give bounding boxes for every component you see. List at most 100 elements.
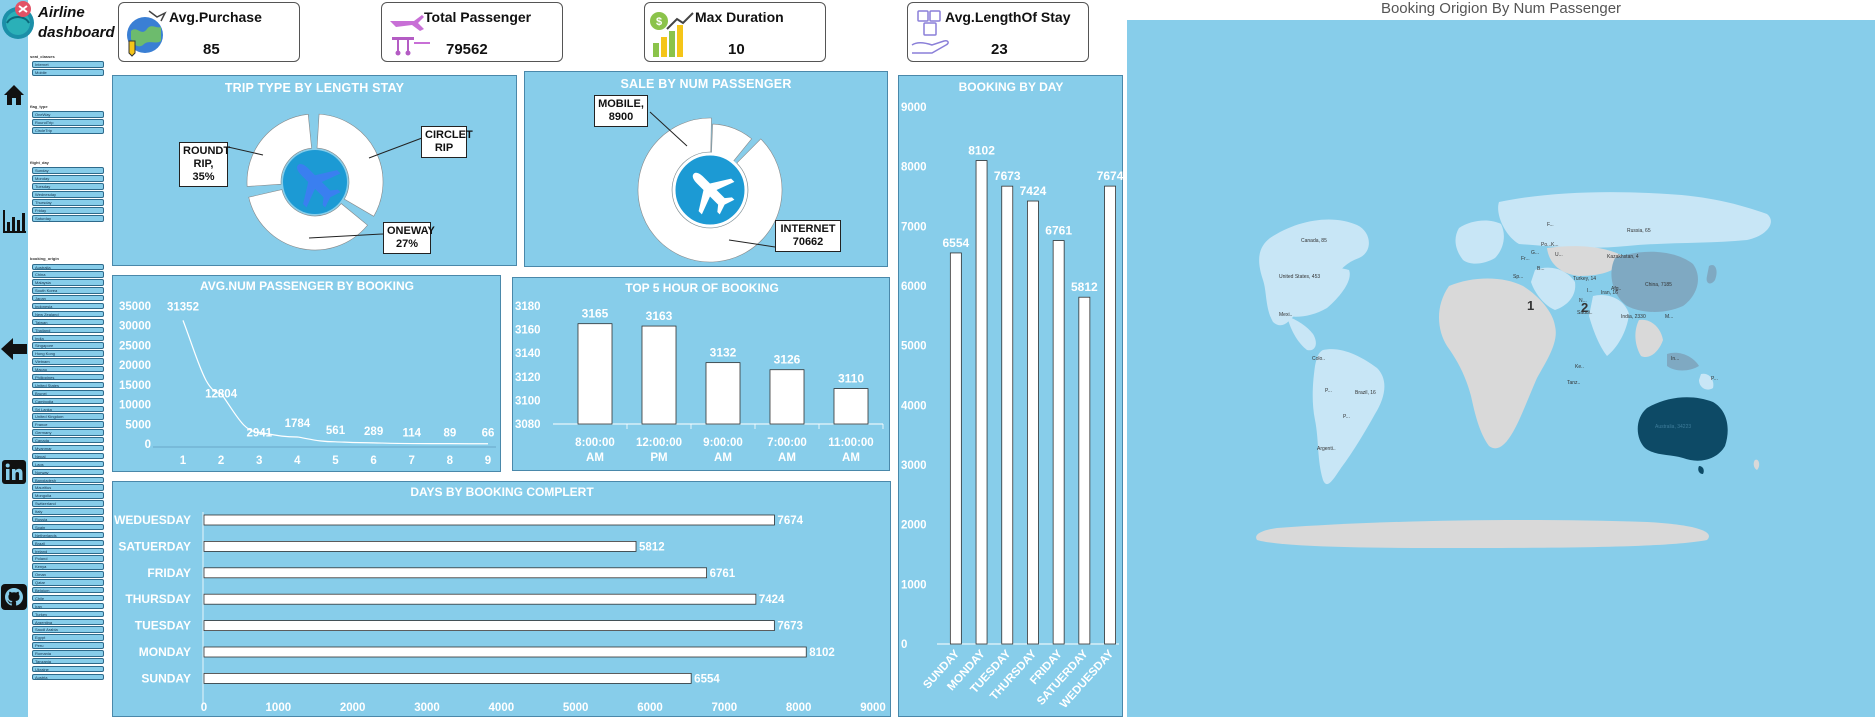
slicer-item[interactable]: Iran: [32, 602, 104, 610]
slicer-item[interactable]: Thursday: [32, 199, 104, 206]
slicer-item[interactable]: Argentina: [32, 618, 104, 625]
slicer-item[interactable]: RoundTrip: [32, 119, 104, 126]
slicer-item[interactable]: Indonesia: [32, 302, 104, 310]
slicer-item[interactable]: Kenya: [32, 563, 104, 570]
slicer-item[interactable]: Russia: [32, 516, 104, 523]
slicer-item[interactable]: Thailand: [32, 326, 104, 334]
slicer-item[interactable]: Monday: [32, 175, 104, 182]
github-icon[interactable]: [0, 580, 28, 614]
slicer-item[interactable]: Belgium: [32, 587, 104, 594]
slicer-item[interactable]: China: [32, 271, 104, 278]
slicer-item[interactable]: Macau: [32, 366, 104, 373]
slicer-item[interactable]: Ukraine: [32, 665, 104, 673]
slicer-item[interactable]: South Korea: [32, 287, 104, 294]
slicer-item[interactable]: Turkey: [32, 610, 104, 618]
map-europe[interactable]: [1455, 220, 1504, 264]
slicer-item[interactable]: Saudi Arabia: [32, 626, 104, 633]
slicer-item[interactable]: Qatar: [32, 579, 104, 586]
slicer-item[interactable]: Oman: [32, 571, 104, 578]
slicer-item[interactable]: Nepal: [32, 452, 104, 460]
slicer-item[interactable]: Mongolia: [32, 492, 104, 499]
slicer-item[interactable]: Peru: [32, 642, 104, 649]
slicer-item[interactable]: Hong Kong: [32, 350, 104, 357]
slicer-item[interactable]: Brazil: [32, 539, 104, 547]
slicer-item[interactable]: Australia: [32, 263, 104, 270]
slicer-item[interactable]: Tuesday: [32, 183, 104, 190]
bar[interactable]: [833, 388, 869, 425]
bar[interactable]: [1078, 296, 1091, 645]
slicer-item[interactable]: New Zealand: [32, 310, 104, 318]
bar[interactable]: [1052, 240, 1065, 645]
slicer-item[interactable]: India: [32, 334, 104, 341]
slicer-item[interactable]: Sri Lanka: [32, 405, 104, 412]
slicer-item[interactable]: Poland: [32, 555, 104, 562]
bar[interactable]: [203, 567, 707, 579]
slicer-item[interactable]: Italy: [32, 508, 104, 515]
map-tasmania[interactable]: [1698, 466, 1704, 474]
map-new-zealand[interactable]: [1753, 459, 1760, 470]
bar[interactable]: [1027, 200, 1039, 645]
bar[interactable]: [203, 620, 775, 632]
bar[interactable]: [1001, 185, 1014, 645]
slicer-item[interactable]: France: [32, 421, 104, 428]
world-map[interactable]: Canada, 85 United States, 453 Mexi.. Colo..…: [1127, 0, 1875, 717]
slicer-item[interactable]: Tanzania: [32, 658, 104, 665]
slicer-item[interactable]: Philippines: [32, 373, 104, 381]
slicer-item[interactable]: Singapore: [32, 342, 104, 349]
slicer-item[interactable]: Netherlands: [32, 531, 104, 539]
slicer-item[interactable]: Canada: [32, 437, 104, 444]
slicer-item[interactable]: Spain: [32, 523, 104, 531]
slicer-item[interactable]: Sunday: [32, 167, 104, 174]
slicer-item[interactable]: Laos: [32, 460, 104, 468]
bar[interactable]: [975, 160, 988, 645]
bar[interactable]: [203, 672, 692, 684]
map-japan[interactable]: [1706, 264, 1717, 284]
slicer-item[interactable]: CircleTrip: [32, 127, 104, 134]
slicer-item[interactable]: Germany: [32, 429, 104, 436]
slicer-item[interactable]: Mobile: [32, 69, 104, 76]
bar[interactable]: [203, 593, 757, 605]
slicer-item[interactable]: Malaysia: [32, 279, 104, 286]
slicer-item[interactable]: Romania: [32, 650, 104, 657]
slicer-item[interactable]: Mauritius: [32, 484, 104, 491]
slicer-item[interactable]: Switzerland: [32, 500, 104, 507]
slicer-item[interactable]: Bangladesh: [32, 476, 104, 483]
slicer-item[interactable]: Myanmar: [32, 444, 104, 452]
bar[interactable]: [577, 323, 613, 425]
back-arrow-icon[interactable]: [0, 332, 28, 366]
slicer-item[interactable]: Cambodia: [32, 397, 104, 405]
bar[interactable]: [203, 541, 637, 552]
slicer-item[interactable]: Internet: [32, 61, 104, 68]
slicer-item[interactable]: Japan: [32, 295, 104, 302]
slicer-item[interactable]: United States: [32, 381, 104, 389]
linkedin-icon[interactable]: [0, 455, 28, 489]
slicer-item[interactable]: Norway: [32, 468, 104, 476]
slicer-item[interactable]: Vietnam: [32, 358, 104, 365]
map-mexico[interactable]: [1287, 316, 1316, 351]
slicer-item[interactable]: United Kingdom: [32, 413, 104, 420]
slicer-item[interactable]: Egypt: [32, 634, 104, 641]
bar[interactable]: [769, 369, 805, 425]
bar[interactable]: [641, 325, 677, 425]
bar[interactable]: [203, 646, 807, 658]
bar[interactable]: [949, 252, 962, 645]
slicer-item[interactable]: Saturday: [32, 215, 104, 222]
map-india[interactable]: [1589, 294, 1629, 356]
slicer-item[interactable]: Wednesday: [32, 191, 104, 198]
bar[interactable]: [705, 362, 741, 425]
map-africa[interactable]: [1439, 278, 1556, 449]
bar[interactable]: [203, 514, 775, 526]
slicer-item[interactable]: Chile: [32, 594, 104, 602]
slicer-item[interactable]: Austria: [32, 673, 104, 681]
slicer-item[interactable]: Taiwan: [32, 318, 104, 326]
bar-chart-icon[interactable]: [0, 204, 28, 238]
slicer-item[interactable]: Friday: [32, 207, 104, 214]
map-russia[interactable]: [1498, 192, 1771, 248]
map-se-asia[interactable]: [1635, 319, 1663, 358]
map-antarctica[interactable]: [1256, 520, 1709, 548]
home-icon[interactable]: [0, 78, 28, 112]
slicer-item[interactable]: OneWay: [32, 111, 104, 118]
slicer-item[interactable]: Brunei: [32, 389, 104, 397]
slicer-item[interactable]: Ireland: [32, 547, 104, 554]
bar[interactable]: [1104, 185, 1116, 645]
